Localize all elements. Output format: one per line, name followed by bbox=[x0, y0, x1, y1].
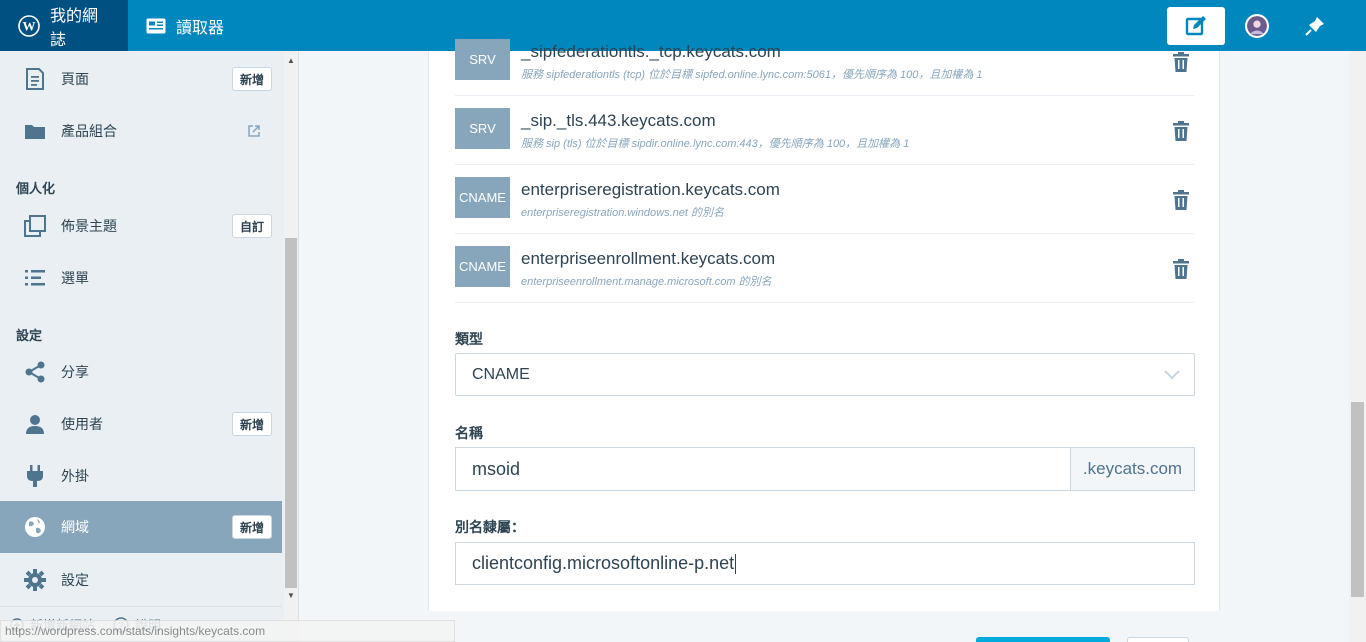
delete-record-button[interactable] bbox=[1171, 189, 1191, 211]
record-type-badge: CNAME bbox=[455, 177, 510, 218]
sidebar-item-domains[interactable]: 網域 新增 bbox=[0, 501, 282, 553]
sidebar-item-label: 選單 bbox=[61, 270, 89, 286]
record-description: 服務 sipfederationtls (tcp) 位於目標 sipfed.on… bbox=[521, 69, 983, 81]
status-bar-url: https://wordpress.com/stats/insights/key… bbox=[0, 620, 455, 642]
reader-button[interactable]: 讀取器 bbox=[128, 0, 242, 51]
notifications-icon[interactable] bbox=[1304, 15, 1326, 37]
dns-record: SRV _sip._tls.443.keycats.com 服務 sip (tl… bbox=[455, 96, 1194, 165]
my-site-label: 我的網誌 bbox=[50, 7, 99, 49]
add-page-button[interactable]: 新增 bbox=[231, 67, 272, 91]
page-scrollbar-thumb[interactable] bbox=[1351, 402, 1364, 597]
scroll-down-arrow[interactable]: ▼ bbox=[286, 592, 296, 600]
avatar[interactable] bbox=[1245, 13, 1269, 38]
trash-icon bbox=[1173, 190, 1189, 210]
sidebar-item-sharing[interactable]: 分享 bbox=[0, 346, 282, 398]
sidebar-item-label: 佈景主題 bbox=[61, 218, 117, 234]
name-input-value: msoid bbox=[472, 458, 521, 479]
cancel-button[interactable] bbox=[1127, 637, 1189, 642]
page-icon bbox=[24, 68, 46, 90]
sidebar-item-plugins[interactable]: 外掛 bbox=[0, 450, 282, 502]
delete-record-button[interactable] bbox=[1171, 120, 1191, 142]
record-type-badge: SRV bbox=[455, 39, 510, 80]
section-heading-configure: 設定 bbox=[16, 328, 43, 343]
external-link-icon[interactable] bbox=[248, 125, 260, 137]
sidebar-item-label: 設定 bbox=[61, 572, 89, 588]
add-domain-button[interactable]: 新增 bbox=[231, 515, 272, 539]
globe-icon bbox=[24, 516, 46, 538]
scroll-up-arrow[interactable]: ▲ bbox=[286, 57, 296, 65]
folder-icon bbox=[24, 120, 46, 142]
dns-record: CNAME enterpriseenrollment.keycats.com e… bbox=[455, 234, 1194, 303]
record-name: _sip._tls.443.keycats.com bbox=[521, 111, 716, 130]
alias-input[interactable]: clientconfig.microsoftonline-p.net bbox=[455, 542, 1195, 585]
alias-input-value: clientconfig.microsoftonline-p.net bbox=[472, 553, 735, 573]
delete-record-button[interactable] bbox=[1171, 258, 1191, 280]
record-description: 服務 sip (tls) 位於目標 sipdir.online.lync.com… bbox=[521, 138, 910, 150]
delete-record-button[interactable] bbox=[1171, 51, 1191, 73]
sidebar-item-label: 外掛 bbox=[61, 468, 89, 484]
record-type-badge: CNAME bbox=[455, 246, 510, 287]
record-type-badge: SRV bbox=[455, 108, 510, 149]
user-icon bbox=[24, 413, 46, 435]
sidebar-item-label: 分享 bbox=[61, 364, 89, 380]
sidebar-item-portfolio[interactable]: 產品組合 bbox=[0, 105, 282, 157]
record-description: enterpriseregistration.windows.net 的別名 bbox=[521, 207, 724, 219]
sidebar-item-label: 網域 bbox=[61, 519, 89, 535]
record-name: enterpriseregistration.keycats.com bbox=[521, 180, 780, 199]
svg-text:W: W bbox=[23, 18, 36, 33]
name-input[interactable]: msoid bbox=[455, 447, 1071, 491]
record-description: enterpriseenrollment.manage.microsoft.co… bbox=[521, 276, 772, 288]
chevron-down-icon bbox=[1164, 367, 1180, 385]
wordpress-icon: W bbox=[18, 14, 40, 37]
text-caret bbox=[735, 553, 737, 574]
record-type-select[interactable]: CNAME bbox=[455, 353, 1195, 396]
share-icon bbox=[24, 361, 46, 383]
sidebar-scrollbar-thumb[interactable] bbox=[285, 238, 297, 588]
plugin-icon bbox=[24, 465, 46, 487]
trash-icon bbox=[1173, 121, 1189, 141]
add-record-button[interactable] bbox=[976, 637, 1110, 642]
sidebar-item-settings[interactable]: 設定 bbox=[0, 554, 282, 606]
name-label: 名稱 bbox=[455, 425, 483, 441]
sidebar-item-label: 產品組合 bbox=[61, 123, 117, 139]
type-label: 類型 bbox=[455, 331, 483, 347]
dns-record: SRV _sipfederationtls._tcp.keycats.com 服… bbox=[455, 27, 1194, 96]
name-field-group: msoid .keycats.com bbox=[455, 447, 1195, 491]
themes-icon bbox=[24, 215, 46, 237]
sidebar-item-people[interactable]: 使用者 新增 bbox=[0, 398, 282, 450]
menus-icon bbox=[24, 267, 46, 289]
dns-record: CNAME enterpriseregistration.keycats.com… bbox=[455, 165, 1194, 234]
customize-button[interactable]: 自訂 bbox=[231, 214, 272, 238]
reader-icon bbox=[146, 18, 166, 34]
add-user-button[interactable]: 新增 bbox=[231, 412, 272, 436]
sidebar-item-label: 使用者 bbox=[61, 416, 103, 432]
sidebar-item-label: 頁面 bbox=[61, 71, 89, 87]
domain-suffix: .keycats.com bbox=[1071, 447, 1195, 491]
sidebar-item-pages[interactable]: 頁面 新增 bbox=[0, 53, 282, 105]
record-type-value: CNAME bbox=[472, 365, 530, 383]
section-heading-personalize: 個人化 bbox=[16, 181, 56, 196]
record-name: _sipfederationtls._tcp.keycats.com bbox=[521, 42, 781, 61]
alias-label: 別名隸屬： bbox=[455, 519, 525, 535]
sidebar: 頁面 新增 產品組合 個人化 佈景主題 自訂 選單 設定 分享 使用者 新增 外… bbox=[0, 51, 299, 642]
sidebar-item-menus[interactable]: 選單 bbox=[0, 252, 282, 304]
cog-icon bbox=[24, 569, 46, 591]
my-site-button[interactable]: W 我的網誌 bbox=[0, 0, 128, 51]
trash-icon bbox=[1173, 52, 1189, 72]
sidebar-item-themes[interactable]: 佈景主題 自訂 bbox=[0, 200, 282, 252]
record-name: enterpriseenrollment.keycats.com bbox=[521, 249, 776, 268]
dns-records-card: SRV _sipfederationtls._tcp.keycats.com 服… bbox=[428, 39, 1220, 611]
trash-icon bbox=[1173, 259, 1189, 279]
reader-label: 讀取器 bbox=[176, 19, 225, 37]
